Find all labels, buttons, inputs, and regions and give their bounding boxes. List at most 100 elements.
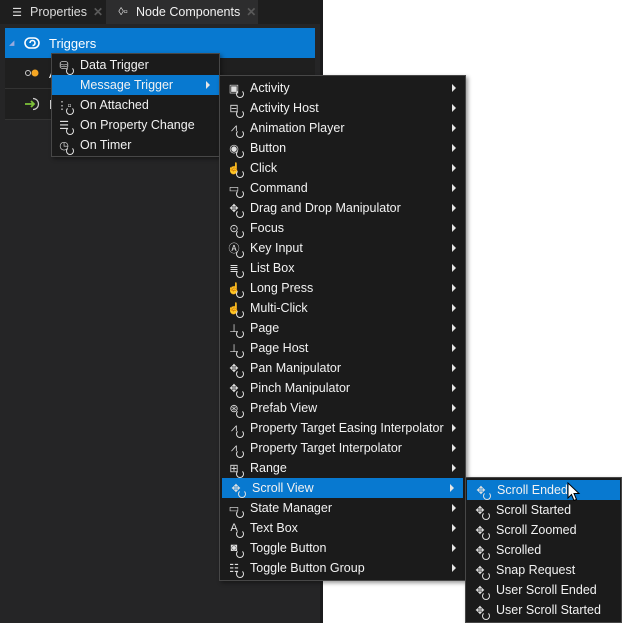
interpolator-icon: ⩘ bbox=[224, 440, 244, 458]
menu-item-user-scroll-ended[interactable]: ✥ User Scroll Ended bbox=[466, 580, 621, 600]
menu-item-scroll-view[interactable]: ✥ Scroll View bbox=[222, 478, 463, 498]
submenu-arrow-icon bbox=[452, 424, 456, 432]
prefab-view-icon: ⊛ bbox=[224, 400, 244, 418]
menu-item-range[interactable]: ⊞ Range bbox=[220, 458, 465, 478]
submenu-arrow-icon bbox=[452, 84, 456, 92]
menu-item-focus[interactable]: ⊙ Focus bbox=[220, 218, 465, 238]
menu-item-label: Drag and Drop Manipulator bbox=[250, 201, 401, 215]
menu-item-label: Prefab View bbox=[250, 401, 318, 415]
tab-properties[interactable]: ☰ Properties ✕ bbox=[0, 0, 105, 24]
menu-item-page-host[interactable]: ⊥ Page Host bbox=[220, 338, 465, 358]
menu-item-label: Pan Manipulator bbox=[250, 361, 342, 375]
menu-item-animation-player[interactable]: ⩘ Animation Player bbox=[220, 118, 465, 138]
submenu-arrow-icon bbox=[452, 184, 456, 192]
menu-item-label: Click bbox=[250, 161, 278, 175]
close-icon[interactable]: ✕ bbox=[93, 5, 103, 19]
menu-item-property-target-easing-interpolator[interactable]: ⩘ Property Target Easing Interpolator bbox=[220, 418, 465, 438]
on-property-change-icon: ☰ bbox=[54, 117, 74, 135]
menu-item-toggle-button-group[interactable]: ☷ Toggle Button Group bbox=[220, 558, 465, 578]
menu-item-label: Command bbox=[250, 181, 308, 195]
submenu-arrow-icon bbox=[452, 464, 456, 472]
menu-item-pan-manipulator[interactable]: ✥ Pan Manipulator bbox=[220, 358, 465, 378]
manipulator-icon: ✥ bbox=[470, 602, 490, 620]
manipulator-icon: ✥ bbox=[471, 482, 491, 500]
menu-item-state-manager[interactable]: ▭ State Manager bbox=[220, 498, 465, 518]
manipulator-icon: ✥ bbox=[470, 562, 490, 580]
submenu-arrow-icon bbox=[452, 344, 456, 352]
trigger-context-menu: ⛁ Data Trigger Message Trigger ⋮▫ On Att… bbox=[51, 53, 220, 157]
menu-item-click[interactable]: ☝ Click bbox=[220, 158, 465, 178]
menu-item-on-timer[interactable]: ◷ On Timer bbox=[52, 135, 219, 155]
submenu-arrow-icon bbox=[452, 104, 456, 112]
state-manager-icon: ▭ bbox=[224, 500, 244, 518]
menu-item-scroll-started[interactable]: ✥ Scroll Started bbox=[466, 500, 621, 520]
menu-item-long-press[interactable]: ☝ Long Press bbox=[220, 278, 465, 298]
node-components-icon: ◊▫ bbox=[118, 6, 128, 18]
submenu-arrow-icon bbox=[452, 224, 456, 232]
submenu-arrow-icon bbox=[452, 284, 456, 292]
menu-item-label: Focus bbox=[250, 221, 285, 235]
menu-item-prefab-view[interactable]: ⊛ Prefab View bbox=[220, 398, 465, 418]
submenu-arrow-icon bbox=[452, 444, 456, 452]
close-icon[interactable]: ✕ bbox=[246, 5, 256, 19]
list-box-icon: ≣ bbox=[224, 260, 244, 278]
menu-item-data-trigger[interactable]: ⛁ Data Trigger bbox=[52, 55, 219, 75]
tab-label: Node Components bbox=[136, 5, 241, 19]
page-host-icon: ⊥ bbox=[224, 340, 244, 358]
menu-item-multi-click[interactable]: ☝ Multi-Click bbox=[220, 298, 465, 318]
focus-icon: ⊙ bbox=[224, 220, 244, 238]
menu-item-label: Multi-Click bbox=[250, 301, 308, 315]
menu-item-scroll-zoomed[interactable]: ✥ Scroll Zoomed bbox=[466, 520, 621, 540]
button-icon: ◉ bbox=[224, 140, 244, 158]
menu-item-button[interactable]: ◉ Button bbox=[220, 138, 465, 158]
tab-node-components[interactable]: ◊▫ Node Components ✕ bbox=[106, 0, 258, 24]
menu-item-scroll-ended[interactable]: ✥ Scroll Ended bbox=[467, 480, 620, 500]
menu-item-drag-and-drop-manipulator[interactable]: ✥ Drag and Drop Manipulator bbox=[220, 198, 465, 218]
manipulator-icon: ✥ bbox=[470, 522, 490, 540]
menu-item-label: User Scroll Ended bbox=[496, 583, 597, 597]
menu-item-text-box[interactable]: A Text Box bbox=[220, 518, 465, 538]
on-timer-icon: ◷ bbox=[54, 137, 74, 155]
menu-item-snap-request[interactable]: ✥ Snap Request bbox=[466, 560, 621, 580]
menu-item-label: Toggle Button Group bbox=[250, 561, 365, 575]
menu-item-label: Page bbox=[250, 321, 280, 335]
click-icon: ☝ bbox=[224, 160, 244, 178]
tree-item-label: Triggers bbox=[49, 35, 97, 51]
menu-item-label: Scroll View bbox=[252, 481, 314, 495]
menu-item-label: Scroll Zoomed bbox=[496, 523, 577, 537]
menu-item-message-trigger[interactable]: Message Trigger bbox=[52, 75, 219, 95]
tab-label: Properties bbox=[30, 5, 87, 19]
manipulator-icon: ✥ bbox=[470, 582, 490, 600]
toggle-button-icon: ◙ bbox=[224, 540, 244, 558]
menu-item-user-scroll-started[interactable]: ✥ User Scroll Started bbox=[466, 600, 621, 620]
menu-item-command[interactable]: ▭ Command bbox=[220, 178, 465, 198]
submenu-arrow-icon bbox=[452, 384, 456, 392]
menu-item-on-attached[interactable]: ⋮▫ On Attached bbox=[52, 95, 219, 115]
submenu-arrow-icon bbox=[452, 164, 456, 172]
page-icon: ⊥ bbox=[224, 320, 244, 338]
menu-item-scrolled[interactable]: ✥ Scrolled bbox=[466, 540, 621, 560]
menu-item-property-target-interpolator[interactable]: ⩘ Property Target Interpolator bbox=[220, 438, 465, 458]
manipulator-icon: ✥ bbox=[470, 502, 490, 520]
submenu-arrow-icon bbox=[452, 304, 456, 312]
input-icon bbox=[23, 97, 41, 111]
menu-item-toggle-button[interactable]: ◙ Toggle Button bbox=[220, 538, 465, 558]
menu-item-page[interactable]: ⊥ Page bbox=[220, 318, 465, 338]
submenu-arrow-icon bbox=[206, 81, 210, 89]
menu-item-label: Activity bbox=[250, 81, 290, 95]
menu-item-label: Animation Player bbox=[250, 121, 345, 135]
menu-item-pinch-manipulator[interactable]: ✥ Pinch Manipulator bbox=[220, 378, 465, 398]
menu-item-activity-host[interactable]: ⊟ Activity Host bbox=[220, 98, 465, 118]
menu-item-list-box[interactable]: ≣ List Box bbox=[220, 258, 465, 278]
manipulator-icon: ✥ bbox=[226, 480, 246, 498]
message-trigger-submenu: ▣ Activity ⊟ Activity Host ⩘ Animation Player… bbox=[219, 75, 466, 581]
menu-item-label: Toggle Button bbox=[250, 541, 327, 555]
menu-item-label: Button bbox=[250, 141, 287, 155]
expand-arrow-icon[interactable]: ◢ bbox=[9, 39, 17, 47]
tab-bar: ☰ Properties ✕ ◊▫ Node Components ✕ bbox=[0, 0, 320, 24]
multi-click-icon: ☝ bbox=[224, 300, 244, 318]
menu-item-activity[interactable]: ▣ Activity bbox=[220, 78, 465, 98]
range-icon: ⊞ bbox=[224, 460, 244, 478]
menu-item-on-property-change[interactable]: ☰ On Property Change bbox=[52, 115, 219, 135]
menu-item-key-input[interactable]: Ⓐ Key Input bbox=[220, 238, 465, 258]
